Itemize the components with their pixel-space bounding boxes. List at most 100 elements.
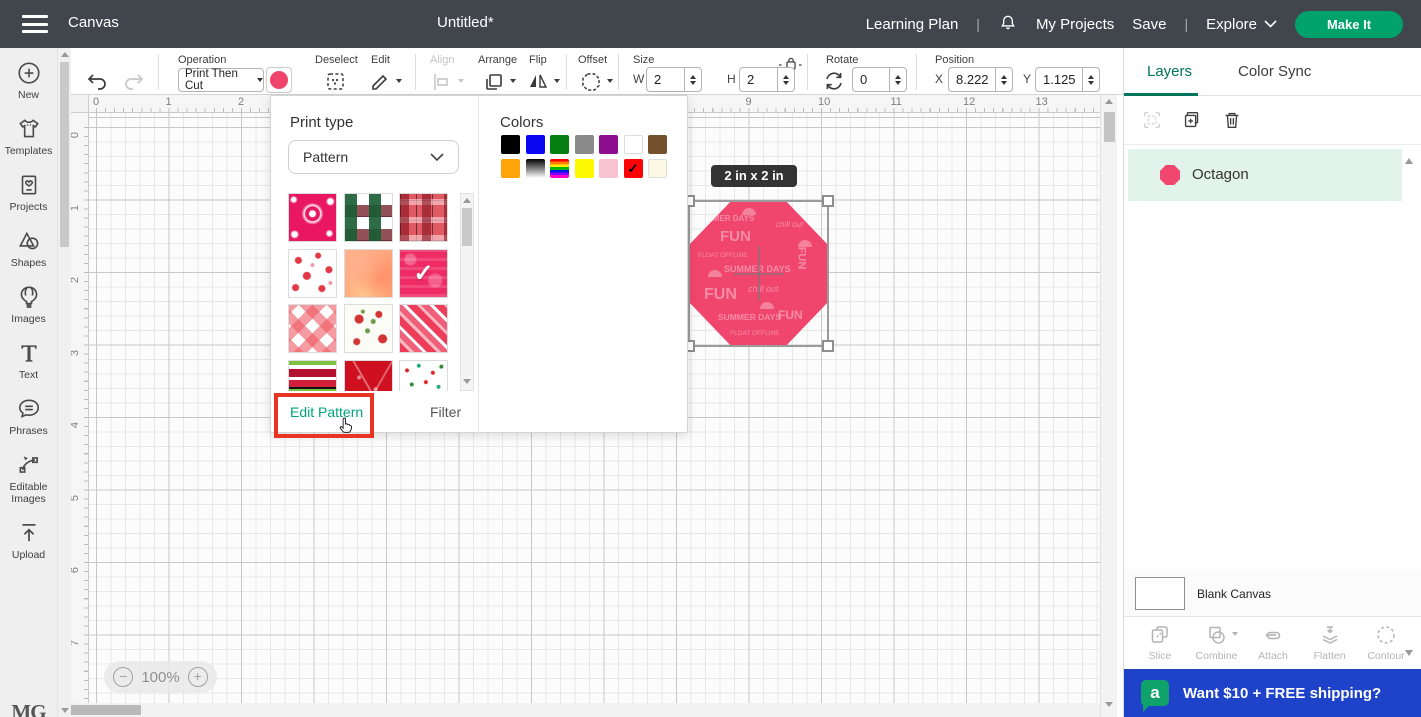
pattern-tile-pink-snowflake[interactable] xyxy=(288,193,337,242)
y-stepper[interactable] xyxy=(1082,68,1099,91)
color-swatch-gray[interactable] xyxy=(575,135,594,154)
color-swatch-brown[interactable] xyxy=(648,135,667,154)
color-swatch-blue[interactable] xyxy=(526,135,545,154)
color-swatch-yellow[interactable] xyxy=(575,159,594,178)
x-value[interactable]: 8.222 xyxy=(949,68,995,91)
promo-banner[interactable]: a Want $10 + FREE shipping? xyxy=(1124,669,1421,717)
sidebar-item-projects[interactable]: Projects xyxy=(0,172,57,213)
pattern-tile-red-floral-dots[interactable] xyxy=(288,249,337,298)
step-down-icon[interactable] xyxy=(895,81,901,85)
step-up-icon[interactable] xyxy=(783,75,789,79)
canvas-nav-label[interactable]: Canvas xyxy=(68,14,119,31)
step-up-icon[interactable] xyxy=(895,75,901,79)
color-swatch-rainbow[interactable] xyxy=(550,159,569,178)
step-up-icon[interactable] xyxy=(1088,75,1094,79)
step-up-icon[interactable] xyxy=(1001,75,1007,79)
filter-link[interactable]: Filter xyxy=(430,404,461,420)
flip-button[interactable] xyxy=(526,70,550,92)
sidebar-item-shapes[interactable]: Shapes xyxy=(0,228,57,269)
pattern-grid-scrollbar[interactable] xyxy=(460,193,474,391)
notifications-bell-icon[interactable] xyxy=(998,13,1018,35)
scrollbar-thumb[interactable] xyxy=(462,208,472,246)
color-swatch-white[interactable] xyxy=(624,135,643,154)
width-value[interactable]: 2 xyxy=(647,68,684,91)
scroll-down-arrow-icon[interactable] xyxy=(61,708,69,713)
x-stepper[interactable] xyxy=(995,68,1012,91)
make-it-button[interactable]: Make It xyxy=(1295,11,1403,38)
pattern-tile-red-plaid[interactable] xyxy=(399,193,448,242)
deselect-button[interactable] xyxy=(324,70,348,92)
scroll-up-arrow-icon[interactable] xyxy=(1105,99,1113,104)
color-swatch-black[interactable] xyxy=(501,135,520,154)
undo-button[interactable] xyxy=(85,70,109,92)
blank-canvas-swatch[interactable] xyxy=(1135,577,1185,610)
pattern-tile-buffalo-plaid[interactable] xyxy=(344,193,393,242)
learning-plan-link[interactable]: Learning Plan xyxy=(866,16,959,33)
rotate-icon[interactable] xyxy=(822,69,846,91)
scrollbar-thumb[interactable] xyxy=(60,62,69,247)
color-swatch-ivory[interactable] xyxy=(648,159,667,178)
sidebar-scrollbar[interactable] xyxy=(57,48,71,717)
step-down-icon[interactable] xyxy=(1001,81,1007,85)
scrollbar-thumb[interactable] xyxy=(71,705,141,715)
scroll-up-arrow-icon[interactable] xyxy=(463,198,471,203)
height-value[interactable]: 2 xyxy=(740,68,777,91)
canvas-horizontal-scrollbar[interactable] xyxy=(71,703,1100,717)
redo-button[interactable] xyxy=(122,70,146,92)
pattern-tile-peach-watercolor[interactable] xyxy=(344,249,393,298)
offset-dropdown-caret-icon[interactable] xyxy=(607,79,613,83)
step-down-icon[interactable] xyxy=(1088,81,1094,85)
sidebar-item-upload[interactable]: Upload xyxy=(0,520,57,561)
layer-row-octagon[interactable]: Octagon xyxy=(1128,149,1402,201)
sidebar-item-new[interactable]: New xyxy=(0,60,57,101)
x-input-group[interactable]: 8.222 xyxy=(948,67,1013,92)
rotate-input-group[interactable]: 0 xyxy=(852,67,907,92)
resize-handle-bottom-right[interactable] xyxy=(822,340,834,352)
y-input-group[interactable]: 1.125 xyxy=(1035,67,1100,92)
hamburger-menu-icon[interactable] xyxy=(22,15,48,33)
pattern-tile-pink-gingham[interactable] xyxy=(288,304,337,353)
pattern-tile-confetti[interactable] xyxy=(399,360,448,392)
arrange-button[interactable] xyxy=(482,70,506,92)
zoom-out-button[interactable]: − xyxy=(113,667,133,687)
sidebar-item-images[interactable]: Images xyxy=(0,284,57,325)
pattern-tile-summer-fun[interactable]: ✓ xyxy=(399,249,448,298)
duplicate-layer-icon[interactable] xyxy=(1181,109,1203,131)
flip-dropdown-caret-icon[interactable] xyxy=(554,79,560,83)
height-stepper[interactable] xyxy=(777,68,794,91)
sidebar-item-editable-images[interactable]: Editable Images xyxy=(0,452,57,505)
scroll-down-arrow-icon[interactable] xyxy=(1105,702,1113,707)
step-down-icon[interactable] xyxy=(783,81,789,85)
height-input-group[interactable]: 2 xyxy=(739,67,795,92)
arrange-dropdown-caret-icon[interactable] xyxy=(510,79,516,83)
tab-color-sync[interactable]: Color Sync xyxy=(1238,63,1311,80)
edit-dropdown-caret-icon[interactable] xyxy=(396,79,402,83)
resize-handle-top-right[interactable] xyxy=(822,195,834,207)
operation-select[interactable]: Print Then Cut xyxy=(178,68,264,92)
color-swatch-red[interactable]: ✓ xyxy=(624,159,643,178)
sidebar-item-templates[interactable]: Templates xyxy=(0,116,57,157)
scroll-down-arrow-icon[interactable] xyxy=(463,379,471,384)
tab-layers[interactable]: Layers xyxy=(1147,63,1192,80)
color-swatch-pink[interactable] xyxy=(599,159,618,178)
rotate-value[interactable]: 0 xyxy=(853,68,889,91)
zoom-in-button[interactable]: + xyxy=(188,667,208,687)
canvas-vertical-scrollbar[interactable] xyxy=(1100,95,1117,717)
blank-canvas-row[interactable]: Blank Canvas xyxy=(1124,570,1421,617)
color-swatch-purple[interactable] xyxy=(599,135,618,154)
pattern-tile-pink-stripes[interactable] xyxy=(399,304,448,353)
save-button[interactable]: Save xyxy=(1132,16,1166,33)
y-value[interactable]: 1.125 xyxy=(1036,68,1082,91)
offset-button[interactable] xyxy=(579,70,603,92)
my-projects-link[interactable]: My Projects xyxy=(1036,16,1114,33)
pattern-tile-white-floral[interactable] xyxy=(344,304,393,353)
operation-color-swatch[interactable] xyxy=(266,67,292,93)
selection-bounding-box[interactable]: SUMMER DAYSFUNchill outFLOAT OFFLINESUMM… xyxy=(688,200,829,347)
step-down-icon[interactable] xyxy=(690,81,696,85)
scrollbar-thumb[interactable] xyxy=(1104,112,1115,142)
step-up-icon[interactable] xyxy=(690,75,696,79)
print-type-select[interactable]: Pattern xyxy=(288,140,459,174)
layers-scroll-up-icon[interactable] xyxy=(1405,158,1413,164)
color-swatch-bw-gradient[interactable] xyxy=(526,159,545,178)
sidebar-item-text[interactable]: Text xyxy=(0,340,57,381)
